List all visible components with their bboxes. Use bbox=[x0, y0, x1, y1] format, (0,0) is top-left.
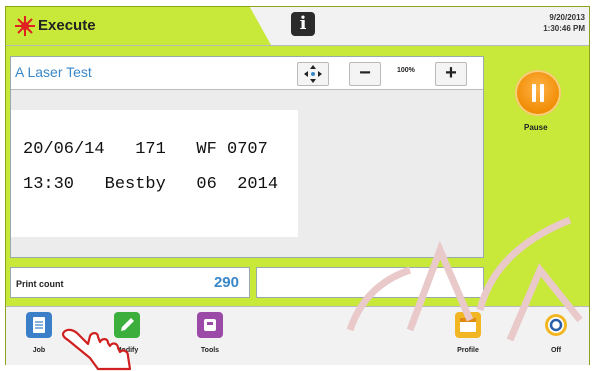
zoom-out-button[interactable]: − bbox=[349, 62, 381, 86]
time-text: 1:30:46 PM bbox=[543, 24, 585, 33]
print-count-label: Print count bbox=[16, 279, 64, 289]
page-title: Execute bbox=[38, 17, 96, 34]
label-line-1: 20/06/14 171 WF 0707 bbox=[23, 140, 268, 159]
print-count-value: 290 bbox=[213, 274, 239, 291]
tools-icon bbox=[197, 312, 223, 338]
pause-icon bbox=[531, 84, 545, 102]
tools-label: Tools bbox=[200, 347, 220, 354]
job-toolbar: A Laser Test − 100% + bbox=[11, 57, 483, 90]
date-text: 9/20/2013 bbox=[549, 13, 585, 22]
laser-icon bbox=[15, 16, 35, 36]
watermark bbox=[346, 216, 583, 342]
tools-button[interactable]: Tools bbox=[187, 310, 233, 360]
pause-label: Pause bbox=[524, 123, 548, 132]
label-canvas: 20/06/14 171 WF 0707 13:30 Bestby 06 201… bbox=[11, 110, 298, 237]
job-button[interactable]: Job bbox=[16, 310, 62, 360]
info-icon[interactable]: i bbox=[291, 12, 315, 36]
job-name: A Laser Test bbox=[15, 64, 92, 80]
zoom-level: 100% bbox=[397, 67, 415, 74]
zoom-in-button[interactable]: + bbox=[435, 62, 467, 86]
job-icon bbox=[26, 312, 52, 338]
pause-button[interactable] bbox=[515, 70, 561, 116]
job-label: Job bbox=[32, 347, 46, 354]
move-arrows-icon bbox=[304, 65, 322, 83]
label-line-2: 13:30 Bestby 06 2014 bbox=[23, 175, 279, 194]
move-button[interactable] bbox=[297, 62, 329, 86]
print-count-box: Print count 290 bbox=[10, 267, 250, 298]
datetime-display: 9/20/2013 1:30:46 PM bbox=[543, 12, 585, 34]
pointing-hand-icon bbox=[61, 328, 132, 371]
